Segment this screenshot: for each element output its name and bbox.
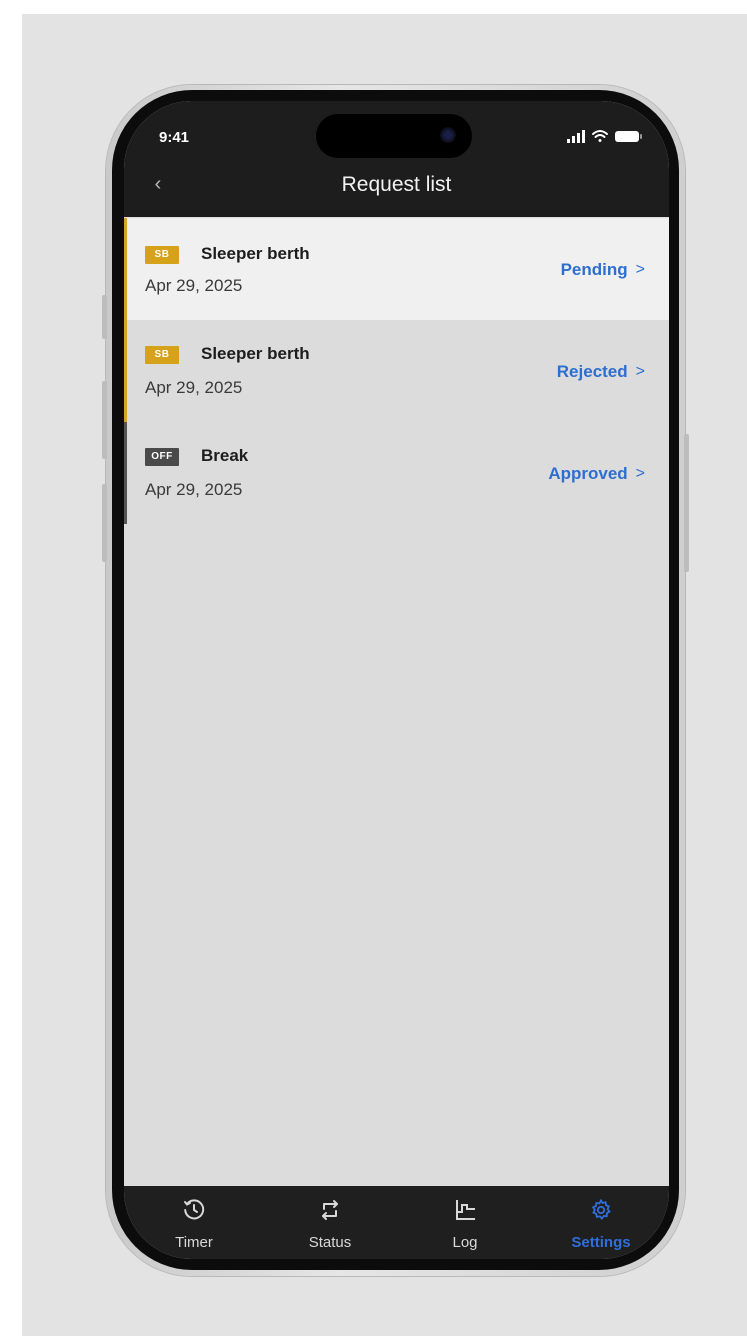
nav-label: Status: [308, 1234, 352, 1251]
status-badge: SB: [145, 246, 179, 264]
nav-label: Timer: [175, 1234, 213, 1251]
bottom-nav: Timer Status Log Settings: [124, 1186, 669, 1259]
app-screen: 9:41 ‹ Request list SB Sleeper berth Apr…: [124, 101, 669, 1259]
nav-label: Log: [452, 1234, 478, 1251]
action-button: [102, 295, 107, 339]
gear-icon: [591, 1198, 611, 1220]
nav-settings[interactable]: Settings: [553, 1186, 649, 1259]
status-text: Pending: [560, 260, 628, 279]
row-accent-bar: [124, 218, 127, 320]
request-type: Sleeper berth: [201, 344, 310, 363]
status-text: Rejected: [556, 362, 628, 381]
status-badge: SB: [145, 346, 179, 364]
list-item[interactable]: OFF Break Apr 29, 2025 Approved >: [124, 422, 669, 524]
list-item[interactable]: SB Sleeper berth Apr 29, 2025 Rejected >: [124, 320, 669, 422]
system-status-icons: [567, 130, 642, 143]
page-title: Request list: [341, 173, 452, 196]
status-text: Approved: [548, 464, 628, 483]
log-graph-icon: [456, 1200, 475, 1220]
power-button: [684, 434, 689, 572]
top-bar: 9:41 ‹ Request list: [124, 101, 669, 217]
request-date: Apr 29, 2025: [145, 378, 243, 397]
switch-icon: [322, 1200, 338, 1220]
nav-label: Settings: [571, 1234, 631, 1251]
request-date: Apr 29, 2025: [145, 276, 243, 295]
row-accent-bar: [124, 320, 127, 422]
nav-timer[interactable]: Timer: [146, 1186, 242, 1259]
wifi-icon: [592, 130, 608, 142]
nav-log[interactable]: Log: [417, 1186, 513, 1259]
status-link-approved[interactable]: Approved >: [548, 464, 645, 484]
request-type: Sleeper berth: [201, 244, 310, 263]
row-accent-bar: [124, 422, 127, 524]
chevron-right-icon: >: [635, 465, 645, 482]
volume-up-button: [102, 381, 107, 459]
volume-down-button: [102, 484, 107, 562]
battery-icon: [615, 131, 642, 142]
status-time: 9:41: [159, 129, 190, 146]
request-date: Apr 29, 2025: [145, 480, 243, 499]
list-item[interactable]: SB Sleeper berth Apr 29, 2025 Pending >: [124, 218, 669, 320]
clock-icon: [184, 1199, 205, 1220]
status-link-rejected[interactable]: Rejected >: [557, 362, 645, 382]
status-link-pending[interactable]: Pending >: [561, 260, 645, 280]
chevron-right-icon: >: [635, 363, 645, 380]
request-type: Break: [201, 446, 249, 465]
camera-icon: [440, 127, 456, 143]
status-badge: OFF: [145, 448, 179, 466]
nav-status[interactable]: Status: [282, 1186, 378, 1259]
signal-icon: [567, 130, 585, 143]
chevron-right-icon: >: [635, 261, 645, 278]
